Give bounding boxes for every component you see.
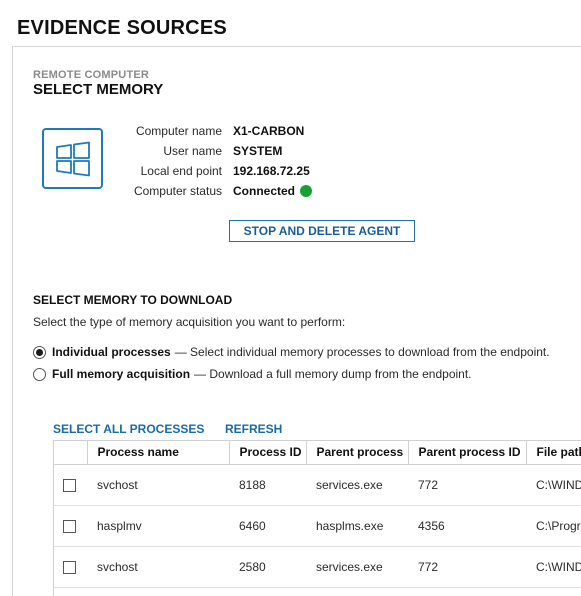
table-row[interactable]: svchost 2580 services.exe 772 C:\WINDOWS <box>54 546 581 588</box>
section-subtitle: REMOTE COMPUTER <box>33 69 150 81</box>
column-header-select <box>54 441 88 465</box>
parent-process-cell: services.exe <box>306 464 408 506</box>
select-all-processes-link[interactable]: SELECT ALL PROCESSES <box>53 422 204 436</box>
info-label: Computer name <box>135 124 222 138</box>
user-name-value: SYSTEM <box>233 144 283 158</box>
process-id-cell: 2580 <box>229 546 306 588</box>
row-select-cell <box>54 546 87 588</box>
radio-selected-icon[interactable] <box>33 345 46 359</box>
computer-name-value: X1-CARBON <box>233 124 305 138</box>
parent-process-id-cell: 772 <box>408 464 526 506</box>
memory-section-description: Select the type of memory acquisition yo… <box>33 315 346 329</box>
row-checkbox[interactable] <box>63 478 76 492</box>
radio-full-memory[interactable]: Full memory acquisition — Download a ful… <box>33 367 472 381</box>
parent-process-cell: services.exe <box>306 546 408 588</box>
computer-info: Computer name X1-CARBON User name SYSTEM… <box>110 121 313 201</box>
info-label: User name <box>163 144 222 158</box>
info-row-end-point: Local end point 192.168.72.25 <box>110 161 312 181</box>
process-id-cell: 6460 <box>229 505 306 547</box>
file-path-cell: C:\Program <box>526 505 581 547</box>
radio-individual-processes[interactable]: Individual processes — Select individual… <box>33 345 550 359</box>
info-row-computer-name: Computer name X1-CARBON <box>110 121 312 141</box>
row-select-cell <box>54 464 87 506</box>
file-path-cell: C:\WINDOWS <box>526 546 581 588</box>
status-value: Connected <box>233 184 313 198</box>
info-label: Computer status <box>133 184 222 198</box>
info-row-status: Computer status Connected <box>110 181 313 201</box>
windows-logo-icon <box>42 128 103 189</box>
table-row[interactable]: hasplmv 6460 hasplms.exe 4356 C:\Program <box>54 505 581 547</box>
parent-process-id-cell: 772 <box>408 546 526 588</box>
radio-description: — Select individual memory processes to … <box>174 345 550 359</box>
stop-delete-agent-button[interactable]: STOP AND DELETE AGENT <box>229 220 415 242</box>
radio-description: — Download a full memory dump from the e… <box>194 367 472 381</box>
end-point-value: 192.168.72.25 <box>233 164 310 178</box>
radio-unselected-icon[interactable] <box>33 367 46 381</box>
column-header-process-id[interactable]: Process ID <box>229 441 307 465</box>
memory-section-title: SELECT MEMORY TO DOWNLOAD <box>33 293 233 307</box>
column-header-parent-process-id[interactable]: Parent process ID <box>408 441 527 465</box>
radio-label: Individual processes <box>52 345 171 359</box>
column-header-file-path[interactable]: File path <box>526 441 581 465</box>
info-label: Local end point <box>140 164 222 178</box>
row-select-cell <box>54 505 87 547</box>
parent-process-id-cell: 4356 <box>408 505 526 547</box>
column-header-parent-process[interactable]: Parent process <box>306 441 409 465</box>
file-path-cell: C:\WINDOWS <box>526 464 581 506</box>
parent-process-cell: hasplms.exe <box>306 505 408 547</box>
radio-label: Full memory acquisition <box>52 367 191 381</box>
process-id-cell: 8188 <box>229 464 306 506</box>
table-row[interactable]: svchost 8188 services.exe 772 C:\WINDOWS <box>54 464 581 506</box>
status-text: Connected <box>233 184 296 198</box>
process-name-cell: svchost <box>87 546 229 588</box>
refresh-link[interactable]: REFRESH <box>225 422 282 436</box>
table-header-row: Process name Process ID Parent process P… <box>54 441 581 465</box>
section-heading: SELECT MEMORY <box>33 81 164 98</box>
row-checkbox[interactable] <box>63 519 76 533</box>
process-table: Process name Process ID Parent process P… <box>53 440 581 596</box>
info-row-user-name: User name SYSTEM <box>110 141 312 161</box>
row-checkbox[interactable] <box>63 560 76 574</box>
process-name-cell: hasplmv <box>87 505 229 547</box>
page-title: EVIDENCE SOURCES <box>17 17 227 39</box>
status-connected-icon <box>300 185 313 197</box>
process-name-cell: svchost <box>87 464 229 506</box>
column-header-process-name[interactable]: Process name <box>87 441 230 465</box>
